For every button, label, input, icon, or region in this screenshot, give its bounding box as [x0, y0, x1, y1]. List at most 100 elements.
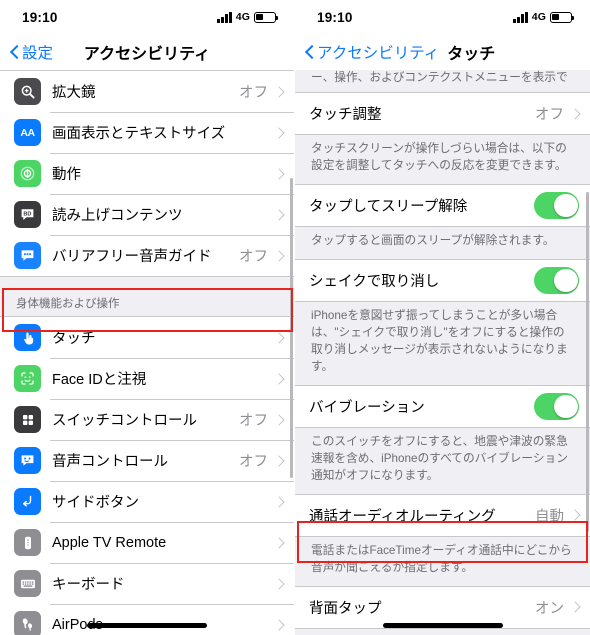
svg-text:BD: BD	[23, 211, 31, 217]
chevron-right-icon	[571, 601, 579, 614]
left-phone-screen: 19:10 4G 設定 アクセシビリティ 拡大鏡 オフ AA 画面表示とテキスト…	[0, 0, 295, 635]
keyboard-icon	[14, 570, 41, 597]
voice-control-icon	[14, 447, 41, 474]
sidebar-item-display-text-size[interactable]: AA 画面表示とテキストサイズ	[0, 112, 294, 153]
left-nav-bar: 設定 アクセシビリティ	[0, 34, 294, 70]
status-indicators: 4G	[216, 11, 278, 23]
row-value: オン	[535, 600, 564, 617]
sidebar-item-spoken-content[interactable]: BD 読み上げコンテンツ	[0, 194, 294, 235]
home-indicator	[87, 623, 207, 628]
note-touch-accommodations: タッチスクリーンが操作しづらい場合は、以下の設定を調整してタッチへの反応を変更で…	[295, 135, 590, 184]
face-id-icon	[14, 365, 41, 392]
toggle-shake-to-undo[interactable]	[534, 266, 579, 294]
chevron-right-icon	[275, 85, 283, 98]
network-type-label: 4G	[531, 11, 546, 23]
chevron-right-icon	[275, 249, 283, 262]
row-label: 読み上げコンテンツ	[52, 208, 183, 224]
sidebar-item-airpods[interactable]: AirPods	[0, 604, 294, 635]
chevron-right-icon	[275, 126, 283, 139]
row-label: キーボード	[52, 577, 125, 593]
network-type-label: 4G	[235, 11, 250, 23]
page-title: タッチ	[447, 46, 496, 63]
status-time: 19:10	[22, 9, 58, 25]
sidebar-item-switch-control[interactable]: スイッチコントロール オフ	[0, 399, 294, 440]
chevron-left-icon	[305, 44, 314, 60]
row-value: オフ	[239, 85, 268, 101]
dual-screenshot-container: 19:10 4G 設定 アクセシビリティ 拡大鏡 オフ AA 画面表示とテキスト…	[0, 0, 590, 635]
note-shake-to-undo: iPhoneを意図せず振ってしまうことが多い場合は、"シェイクで取り消し"をオフ…	[295, 301, 590, 385]
clipped-note-top: ー、操作、およびコンテクストメニューを表示できます。	[295, 70, 590, 92]
note-back-tap: iPhoneの背面をダブルまたはトリプルタップしてアクションを素早く実行します。	[295, 628, 590, 635]
row-shake-to-undo[interactable]: シェイクで取り消し	[295, 259, 590, 301]
chevron-left-icon	[10, 44, 19, 60]
clipped-note-text: ー、操作、およびコンテクストメニューを表示できます。	[311, 71, 568, 84]
back-button-settings[interactable]: 設定	[10, 41, 53, 63]
row-label: Face IDと注視	[52, 372, 147, 388]
row-label: 通話オーディオルーティング	[309, 508, 496, 525]
sidebar-item-audio-descriptions[interactable]: バリアフリー音声ガイド オフ	[0, 235, 294, 276]
sidebar-item-apple-tv-remote[interactable]: Apple TV Remote	[0, 522, 294, 563]
sidebar-item-face-id-attention[interactable]: Face IDと注視	[0, 358, 294, 399]
chevron-right-icon	[571, 509, 579, 522]
row-vibration[interactable]: バイブレーション	[295, 385, 590, 427]
sidebar-item-keyboard[interactable]: キーボード	[0, 563, 294, 604]
sidebar-item-magnifier[interactable]: 拡大鏡 オフ	[0, 71, 294, 112]
note-call-audio-routing: 電話またはFaceTimeオーディオ通話中にどこから音声が聞こえるか指定します。	[295, 536, 590, 586]
chevron-right-icon	[275, 331, 283, 344]
back-button-label: アクセシビリティ	[317, 45, 440, 62]
apple-tv-remote-icon	[14, 529, 41, 556]
signal-bars-icon	[216, 11, 232, 23]
row-label: タッチ	[52, 331, 96, 347]
row-label: シェイクで取り消し	[309, 273, 440, 290]
sidebar-item-voice-control[interactable]: 音声コントロール オフ	[0, 440, 294, 481]
chevron-right-icon	[571, 107, 579, 120]
row-label: 音声コントロール	[52, 454, 168, 470]
chevron-right-icon	[275, 495, 283, 508]
row-tap-to-wake[interactable]: タップしてスリープ解除	[295, 184, 590, 226]
row-label: サイドボタン	[52, 495, 139, 511]
scroll-indicator[interactable]	[290, 178, 293, 478]
touch-hand-icon	[14, 324, 41, 351]
row-label: 画面表示とテキストサイズ	[52, 126, 226, 142]
row-label: 動作	[52, 167, 81, 183]
side-button-icon	[14, 488, 41, 515]
back-button-accessibility[interactable]: アクセシビリティ	[305, 41, 439, 63]
sidebar-item-side-button[interactable]: サイドボタン	[0, 481, 294, 522]
setting-group-shake-to-undo: シェイクで取り消し	[295, 258, 590, 302]
chevron-right-icon	[275, 167, 283, 180]
battery-icon	[254, 11, 278, 23]
row-value: 自動	[535, 508, 564, 525]
chevron-right-icon	[275, 577, 283, 590]
back-button-label: 設定	[22, 45, 54, 62]
accessibility-group-physical-motor: タッチ Face IDと注視 スイッチコントロール オフ 音声コントロール オフ…	[0, 316, 294, 635]
row-label: 背面タップ	[309, 600, 382, 617]
chevron-right-icon	[275, 372, 283, 385]
left-scroll-content[interactable]: 拡大鏡 オフ AA 画面表示とテキストサイズ 動作 BD 読み上げコンテンツ バ…	[0, 70, 294, 635]
setting-group-call-audio-routing: 通話オーディオルーティング 自動	[295, 493, 590, 537]
toggle-vibration[interactable]	[534, 392, 579, 420]
row-touch-accommodations[interactable]: タッチ調整 オフ	[295, 93, 590, 134]
right-scroll-content[interactable]: ー、操作、およびコンテクストメニューを表示できます。 タッチ調整 オフ タッチス…	[295, 70, 590, 635]
row-label: Apple TV Remote	[52, 534, 167, 551]
toggle-tap-to-wake[interactable]	[534, 191, 579, 219]
sidebar-item-touch[interactable]: タッチ	[0, 317, 294, 358]
accessibility-group-vision: 拡大鏡 オフ AA 画面表示とテキストサイズ 動作 BD 読み上げコンテンツ バ…	[0, 70, 294, 277]
airpods-icon	[14, 611, 41, 635]
scroll-indicator[interactable]	[586, 192, 589, 532]
status-indicators: 4G	[512, 11, 574, 23]
audio-descriptions-icon	[14, 242, 41, 269]
right-phone-screen: 19:10 4G アクセシビリティ タッチ ー、操作、およびコンテクストメニュー…	[295, 0, 590, 635]
row-value: オフ	[239, 454, 268, 470]
text-size-icon: AA	[14, 119, 41, 146]
status-bar: 19:10 4G	[0, 0, 294, 34]
chevron-right-icon	[275, 536, 283, 549]
row-label: タッチ調整	[309, 107, 382, 123]
chevron-right-icon	[275, 208, 283, 221]
status-time: 19:10	[317, 9, 353, 25]
magnifier-icon	[14, 78, 41, 105]
right-nav-bar: アクセシビリティ タッチ	[295, 34, 590, 70]
row-back-tap[interactable]: 背面タップ オン	[295, 586, 590, 628]
sidebar-item-motion[interactable]: 動作	[0, 153, 294, 194]
row-call-audio-routing[interactable]: 通話オーディオルーティング 自動	[295, 494, 590, 536]
row-value: オフ	[239, 413, 268, 429]
